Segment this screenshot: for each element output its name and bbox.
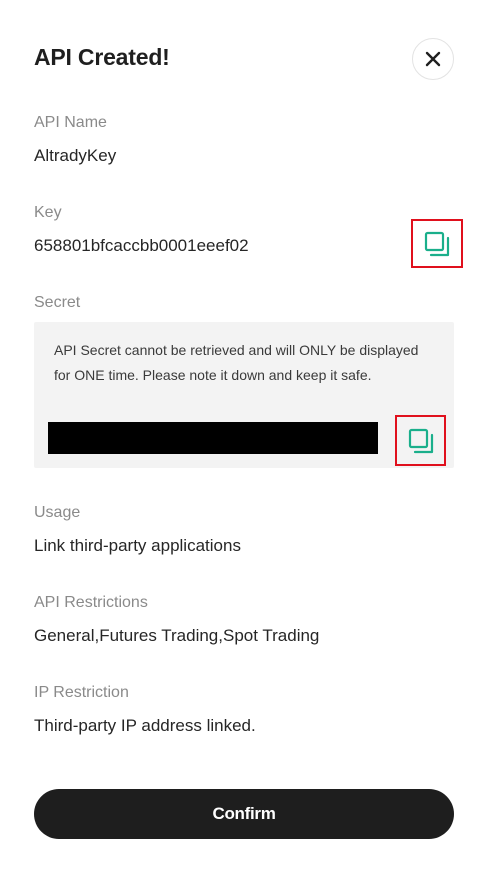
- usage-label: Usage: [34, 504, 81, 521]
- close-icon: [425, 51, 441, 67]
- copy-key-button[interactable]: [411, 219, 463, 268]
- api-created-dialog: API Created! API Name AltradyKey Key 658…: [0, 0, 491, 876]
- copy-icon: [424, 231, 450, 256]
- secret-warning-note: API Secret cannot be retrieved and will …: [54, 342, 419, 383]
- copy-secret-button[interactable]: [395, 415, 446, 466]
- dialog-title: API Created!: [34, 44, 170, 70]
- key-value: 658801bfcaccbb0001eeef02: [34, 236, 249, 255]
- api-name-label: API Name: [34, 114, 107, 131]
- usage-value: Link third-party applications: [34, 536, 241, 555]
- copy-icon: [408, 428, 433, 453]
- api-restrictions-value: General,Futures Trading,Spot Trading: [34, 626, 320, 645]
- ip-restriction-label: IP Restriction: [34, 684, 129, 701]
- confirm-button[interactable]: Confirm: [34, 789, 454, 839]
- secret-value-redacted: [48, 422, 378, 454]
- secret-panel: API Secret cannot be retrieved and will …: [34, 322, 454, 468]
- api-restrictions-label: API Restrictions: [34, 594, 148, 611]
- secret-label: Secret: [34, 294, 81, 311]
- api-name-value: AltradyKey: [34, 146, 117, 165]
- key-label: Key: [34, 204, 62, 221]
- ip-restriction-value: Third-party IP address linked.: [34, 716, 256, 735]
- close-button[interactable]: [412, 38, 454, 80]
